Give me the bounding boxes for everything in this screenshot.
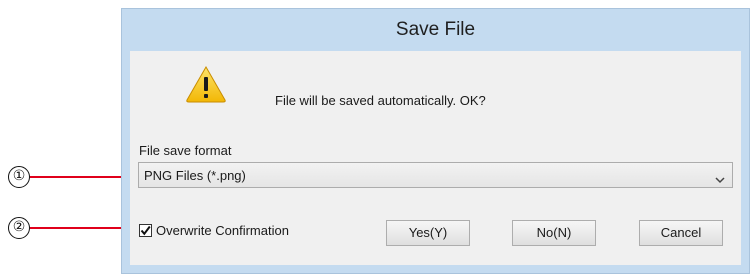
file-format-label: File save format bbox=[139, 143, 232, 158]
dialog-client-area: File will be saved automatically. OK? Fi… bbox=[130, 51, 741, 265]
callout-2-marker: ② bbox=[8, 217, 30, 239]
overwrite-checkbox[interactable] bbox=[139, 224, 152, 237]
checkmark-icon bbox=[140, 225, 151, 236]
yes-button[interactable]: Yes(Y) bbox=[386, 220, 470, 246]
cancel-button[interactable]: Cancel bbox=[639, 220, 723, 246]
warning-icon bbox=[185, 65, 227, 103]
file-format-value: PNG Files (*.png) bbox=[144, 168, 246, 183]
dialog-title: Save File bbox=[395, 19, 476, 40]
save-file-dialog: Save File File will be saved automatical… bbox=[121, 8, 750, 274]
no-button[interactable]: No(N) bbox=[512, 220, 596, 246]
chevron-down-icon bbox=[715, 171, 725, 184]
file-format-select[interactable]: PNG Files (*.png) bbox=[138, 162, 733, 188]
confirmation-message: File will be saved automatically. OK? bbox=[275, 93, 486, 108]
callout-1-marker: ① bbox=[8, 166, 30, 188]
overwrite-label[interactable]: Overwrite Confirmation bbox=[156, 223, 289, 238]
